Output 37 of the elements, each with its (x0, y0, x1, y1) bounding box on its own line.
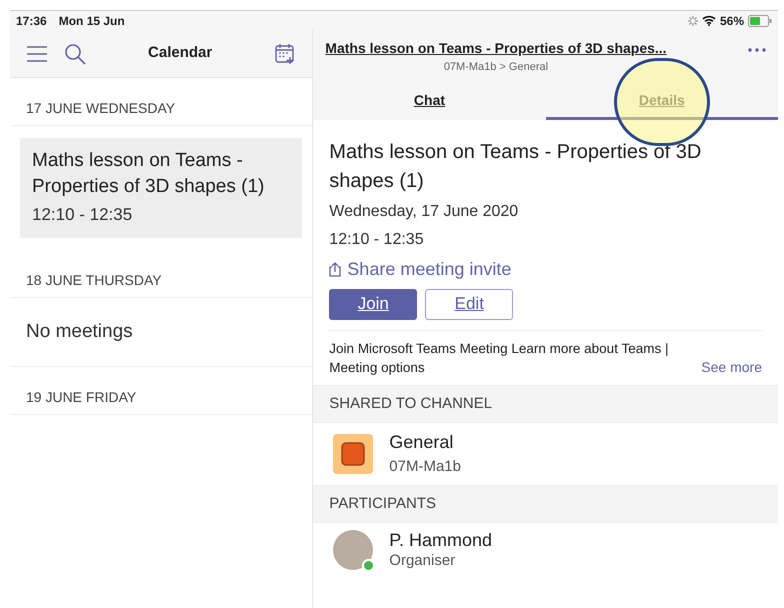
date-heading: 18 JUNE THURSDAY (10, 250, 312, 298)
share-invite-link[interactable]: Share meeting invite (329, 256, 512, 282)
add-calendar-icon[interactable] (274, 42, 296, 64)
battery-icon (748, 14, 772, 26)
date-heading: 17 JUNE WEDNESDAY (10, 78, 312, 126)
meeting-card[interactable]: Maths lesson on Teams - Properties of 3D shapes (1) 12:10 - 12:35 (20, 138, 302, 238)
meeting-header-title: Maths lesson on Teams - Properties of 3D shapes... (325, 39, 667, 58)
menu-icon[interactable] (26, 44, 48, 62)
date-heading: 19 JUNE FRIDAY (10, 367, 312, 415)
calendar-title: Calendar (147, 43, 214, 64)
channel-name: General (389, 431, 454, 454)
activity-icon (688, 16, 698, 26)
meeting-date: Wednesday, 17 June 2020 (329, 202, 520, 222)
status-time: 17:36 (16, 12, 47, 30)
channel-icon (333, 434, 374, 474)
avatar (333, 530, 374, 570)
meeting-time: 12:10 - 12:35 (32, 204, 134, 226)
join-button[interactable]: Join (329, 288, 418, 320)
section-heading: SHARED TO CHANNEL (313, 384, 778, 423)
edit-button[interactable]: Edit (425, 288, 514, 320)
section-heading: PARTICIPANTS (313, 484, 778, 523)
meeting-time: 12:10 - 12:35 (329, 230, 425, 250)
tab[interactable]: Chat (313, 84, 546, 120)
team-name: 07M-Ma1b (389, 457, 461, 477)
meeting-title: Maths lesson on Teams - Properties of 3D shapes (1) (32, 149, 266, 199)
wifi-icon (702, 15, 716, 26)
meeting-description: Join Microsoft Teams Meeting Learn more about Teams | Meeting options (329, 340, 670, 376)
empty-message: No meetings (10, 298, 312, 367)
search-icon[interactable] (64, 42, 86, 64)
status-date: Mon 15 Jun (58, 12, 125, 30)
channel-breadcrumb: 07M-Ma1b > General (444, 60, 548, 75)
see-more-link[interactable]: See more (701, 358, 762, 376)
more-icon[interactable] (748, 48, 766, 52)
battery-percent: 56% (720, 12, 744, 30)
share-icon (329, 262, 342, 276)
participant-name: P. Hammond (389, 529, 492, 551)
participant-role: Organiser (389, 551, 456, 570)
